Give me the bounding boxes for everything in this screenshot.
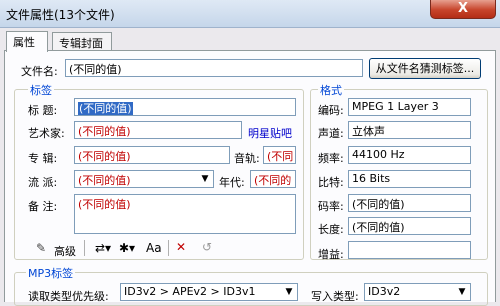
advanced-button[interactable]: 高级 <box>54 243 76 259</box>
format-row-label: 长度: <box>318 223 344 236</box>
case-icon[interactable]: Aa <box>146 241 162 255</box>
format-row-value: (不同的值) <box>348 217 471 235</box>
chevron-down-icon[interactable]: ▼ <box>281 284 297 300</box>
format-row-value: MPEG 1 Layer 3 <box>348 98 471 116</box>
edit-icon: ✎ <box>36 241 47 255</box>
chevron-down-icon[interactable]: ▼ <box>197 171 213 187</box>
format-row-label: 声道: <box>318 127 344 140</box>
format-icon[interactable]: ✱▾ <box>119 241 135 255</box>
album-field[interactable]: (不同的值) <box>74 146 230 164</box>
artist-label: 艺术家: <box>28 127 65 140</box>
format-row-value: 44100 Hz <box>348 146 471 164</box>
guess-from-filename-button[interactable]: 从文件名猜测标签... <box>369 58 481 79</box>
format-row-label: 码率: <box>318 200 344 213</box>
year-label: 年代: <box>219 176 245 189</box>
format-row-label: 比特: <box>318 176 344 189</box>
artist-field[interactable]: (不同的值) <box>74 121 242 139</box>
genre-dropdown[interactable]: (不同的值) ▼ <box>74 170 214 188</box>
track-field[interactable]: (不同 <box>263 146 296 164</box>
write-type-dropdown[interactable]: ID3v2 ▼ <box>364 283 471 301</box>
comment-label: 备 注: <box>28 200 58 213</box>
format-group-legend: 格式 <box>318 82 344 98</box>
title-field[interactable]: (不同的值) <box>74 98 296 116</box>
read-priority-dropdown[interactable]: ID3v2 > APEv2 > ID3v1 ▼ <box>120 283 298 301</box>
chevron-down-icon[interactable]: ▼ <box>454 284 470 300</box>
convert-icon[interactable]: ⇄▾ <box>95 241 111 255</box>
mp3-tag-group-legend: MP3标签 <box>26 265 76 281</box>
genre-value: (不同的值) <box>78 174 131 187</box>
format-row-label: 频率: <box>318 152 344 165</box>
genre-label: 流 派: <box>28 176 58 189</box>
filename-label: 文件名: <box>21 65 58 78</box>
undo-icon[interactable]: ↺ <box>202 240 212 254</box>
year-field[interactable]: (不同的 <box>250 170 296 188</box>
album-label: 专 辑: <box>28 152 58 165</box>
format-row-value <box>348 241 471 259</box>
delete-icon[interactable]: ✕ <box>176 240 186 254</box>
window-title: 文件属性(13个文件) <box>6 8 115 22</box>
toolbar-divider <box>168 240 169 256</box>
format-row-value: 立体声 <box>348 121 471 139</box>
tab-album-cover[interactable]: 专辑封面 <box>52 32 112 51</box>
title-value: (不同的值) <box>78 102 133 115</box>
comment-field[interactable]: (不同的值) <box>74 194 296 234</box>
write-type-value: ID3v2 <box>368 285 401 298</box>
title-label: 标 题: <box>28 104 58 117</box>
format-row-label: 编码: <box>318 104 344 117</box>
format-row-value: 16 Bits <box>348 170 471 188</box>
format-row-label: 增益: <box>318 248 344 261</box>
read-priority-value: ID3v2 > APEv2 > ID3v1 <box>124 285 256 298</box>
format-row-value: (不同的值) <box>348 194 471 212</box>
track-label: 音轨: <box>234 152 260 165</box>
toolbar-divider <box>84 240 85 256</box>
close-button[interactable]: X <box>430 0 496 19</box>
filename-field[interactable]: (不同的值) <box>65 59 363 77</box>
tags-group-legend: 标签 <box>28 82 54 98</box>
tab-properties[interactable]: 属性 <box>6 31 48 52</box>
artist-link[interactable]: 明星贴吧 <box>248 125 292 141</box>
